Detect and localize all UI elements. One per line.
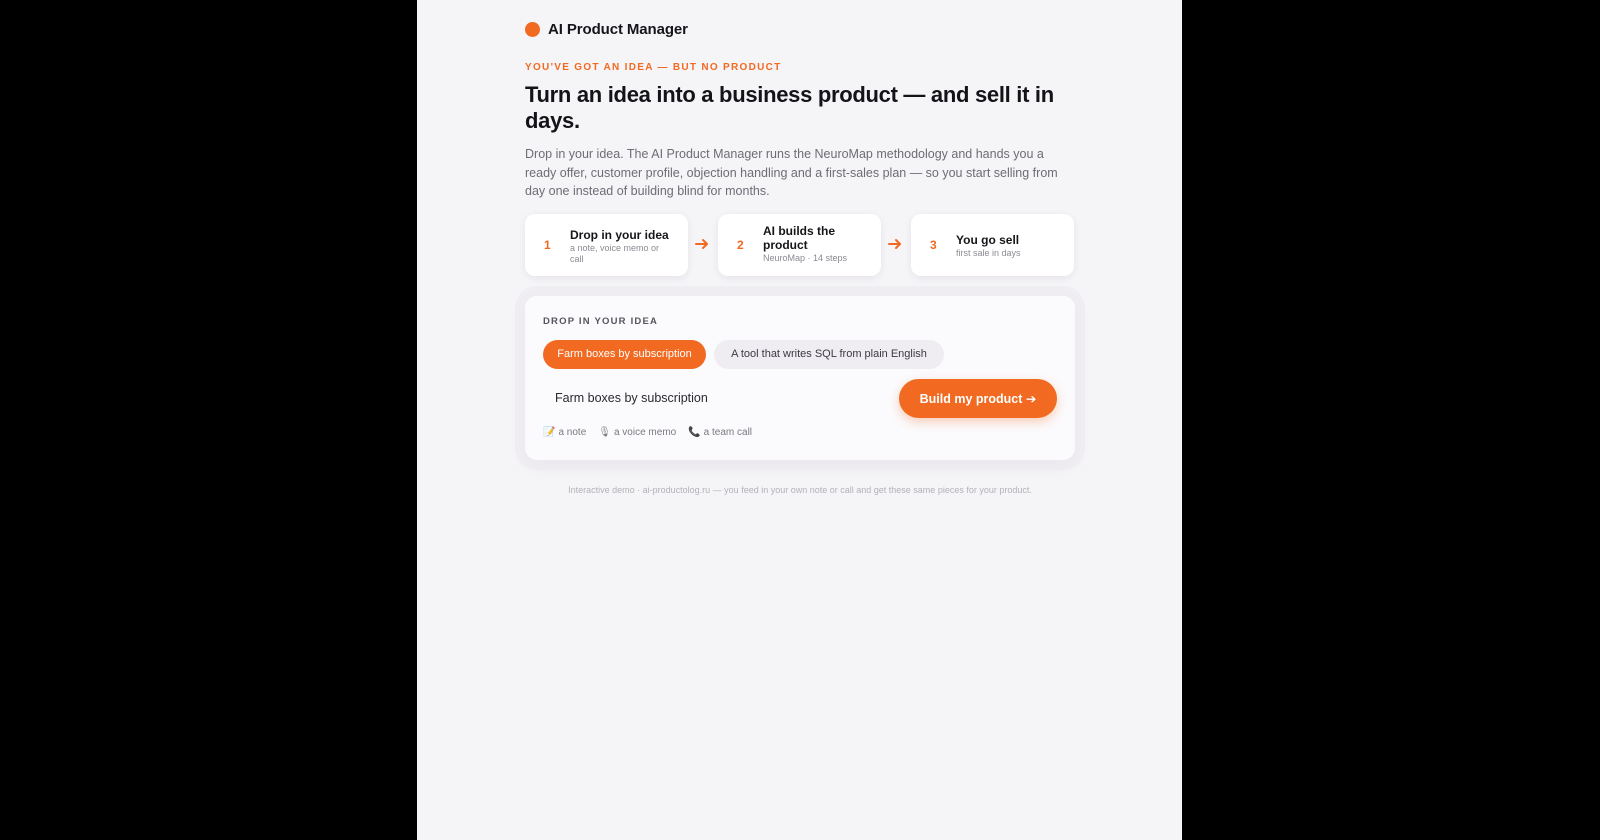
brand-logo-dot-icon xyxy=(525,22,540,37)
source-label: a team call xyxy=(703,427,753,438)
idea-card-label: DROP IN YOUR IDEA xyxy=(543,316,659,327)
source-voice-memo[interactable]: 🎙 a voice memo xyxy=(598,427,676,438)
page-frame: AI Product Manager YOU'VE GOT AN IDEA — … xyxy=(417,0,1182,840)
step-title: You go sell xyxy=(956,233,1020,247)
memo-icon: 📝 xyxy=(543,427,556,438)
step-number: 1 xyxy=(544,238,551,252)
phone-icon: 📞 xyxy=(688,427,701,438)
source-label: a voice memo xyxy=(613,427,677,438)
source-label: a note xyxy=(558,427,587,438)
build-product-button[interactable]: Build my product ➔ xyxy=(899,379,1057,418)
step-number: 3 xyxy=(930,238,937,252)
brand: AI Product Manager xyxy=(525,21,688,38)
source-team-call[interactable]: 📞 a team call xyxy=(688,427,752,438)
step-subtitle: first sale in days xyxy=(956,248,1021,258)
brand-name: AI Product Manager xyxy=(548,21,688,38)
step-subtitle: NeuroMap · 14 steps xyxy=(763,253,848,263)
step-title: Drop in your idea xyxy=(570,228,669,242)
step-card-1: 1 Drop in your idea a note, voice memo o… xyxy=(525,214,688,276)
microphone-icon: 🎙 xyxy=(598,427,611,438)
idea-chip-farm-boxes[interactable]: Farm boxes by subscription xyxy=(543,340,706,369)
idea-sources: 📝 a note 🎙 a voice memo 📞 a team call xyxy=(543,427,752,438)
idea-chip-sql-tool[interactable]: A tool that writes SQL from plain Englis… xyxy=(714,340,944,369)
footer-note: Interactive demo · ai-productolog.ru — y… xyxy=(568,485,1032,495)
hero-eyebrow: YOU'VE GOT AN IDEA — BUT NO PRODUCT xyxy=(525,62,782,73)
step-card-3: 3 You go sell first sale in days xyxy=(911,214,1074,276)
step-number: 2 xyxy=(737,238,744,252)
arrow-right-icon xyxy=(888,239,901,249)
arrow-right-icon xyxy=(695,239,708,249)
idea-input[interactable] xyxy=(543,381,888,415)
step-card-2: 2 AI builds the product NeuroMap · 14 st… xyxy=(718,214,881,276)
step-title: AI builds the product xyxy=(763,224,835,252)
step-subtitle: a note, voice memo or call xyxy=(570,243,660,264)
hero-headline: Turn an idea into a business product — a… xyxy=(525,82,1054,133)
steps-row: 1 Drop in your idea a note, voice memo o… xyxy=(525,214,1075,278)
idea-card: DROP IN YOUR IDEA Farm boxes by subscrip… xyxy=(525,296,1075,460)
hero-lead: Drop in your idea. The AI Product Manage… xyxy=(525,147,1058,198)
source-note[interactable]: 📝 a note xyxy=(543,427,586,438)
